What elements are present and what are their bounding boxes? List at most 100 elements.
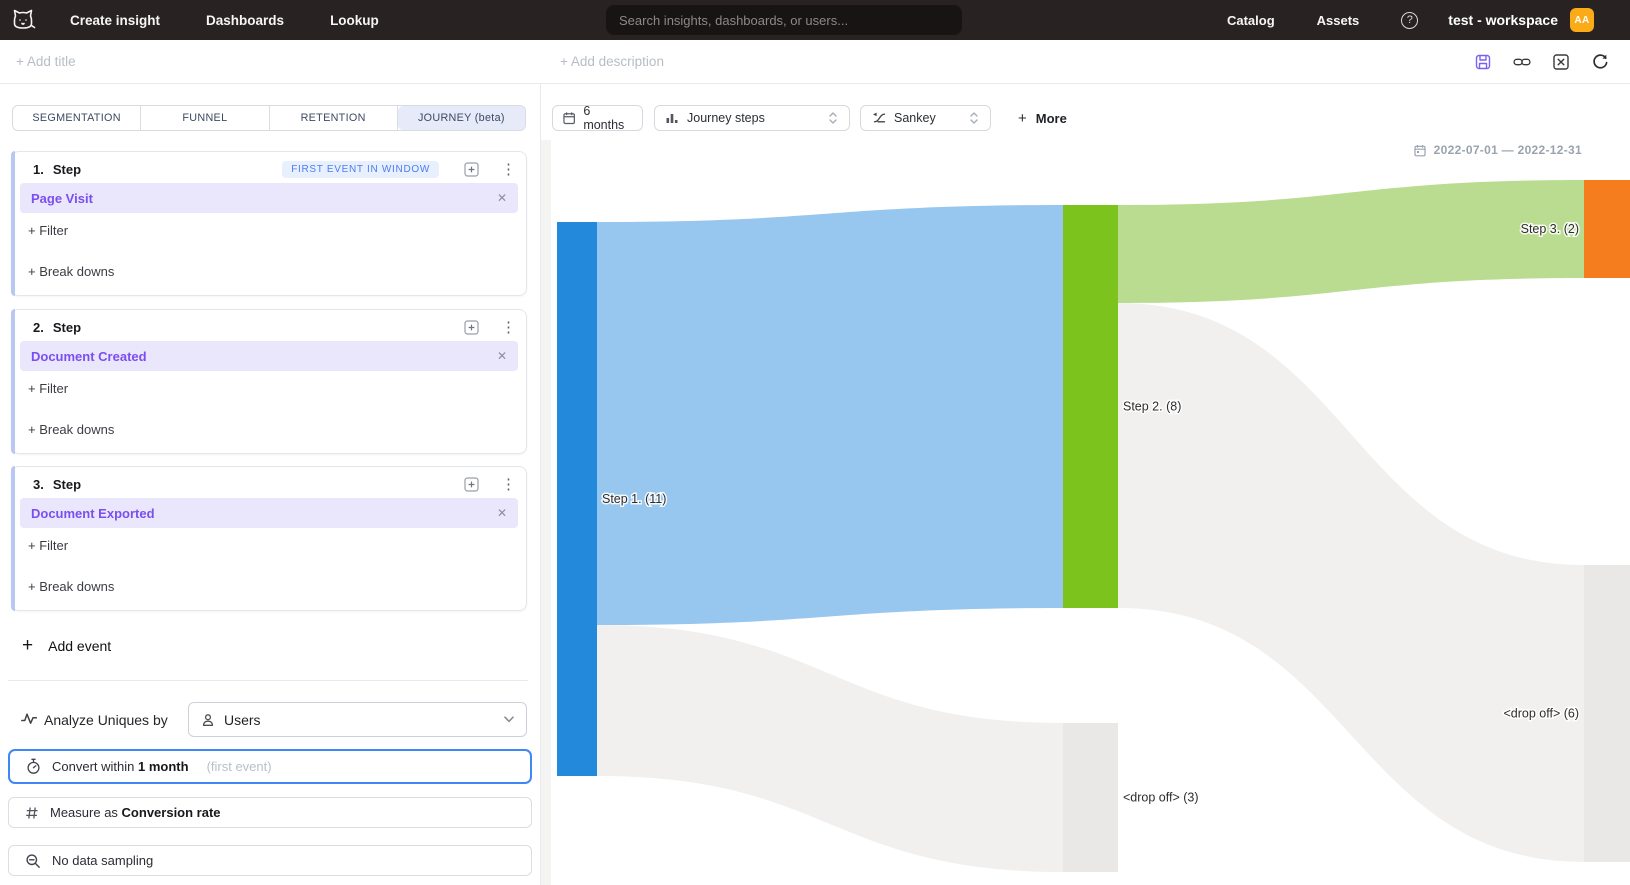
step-card-header: 1. Step FIRST EVENT IN WINDOW ⋮ [33, 159, 516, 179]
add-description-field[interactable]: + Add description [560, 54, 664, 69]
help-icon[interactable]: ? [1401, 12, 1418, 29]
convert-prefix: Convert within [52, 759, 134, 774]
data-sampling-row[interactable]: No data sampling [8, 845, 532, 876]
insight-type-tabs: SEGMENTATION FUNNEL RETENTION JOURNEY (b… [12, 105, 526, 131]
step-card-2: 2. Step ⋮ Document Created ✕ + Filter + … [11, 309, 527, 454]
app-window: Create insight Dashboards Lookup Search … [0, 0, 1630, 885]
step-title: Step [53, 477, 81, 492]
step-menu-icon[interactable]: ⋮ [501, 162, 516, 177]
sankey-node-dropoff_3[interactable] [1584, 565, 1630, 862]
step-menu-icon[interactable]: ⋮ [501, 320, 516, 335]
tab-retention[interactable]: RETENTION [270, 106, 398, 130]
sankey-node-step2[interactable] [1063, 205, 1118, 608]
sampling-value: No data sampling [52, 853, 153, 868]
add-event-button[interactable]: + Add event [22, 636, 111, 655]
remove-event-icon[interactable]: ✕ [497, 191, 507, 205]
top-navbar-right: Catalog Assets ? test - workspace AA [1227, 0, 1630, 40]
workspace-name[interactable]: test - workspace [1448, 12, 1558, 28]
event-name: Page Visit [31, 191, 93, 206]
sankey-node-label-step3: Step 3. (2) [1521, 222, 1579, 236]
search-placeholder: Search insights, dashboards, or users... [619, 13, 848, 28]
step-card-header: 3. Step ⋮ [33, 474, 516, 494]
panel-divider [8, 680, 528, 681]
step-number: 3. [33, 477, 44, 492]
analyze-label: Analyze Uniques by [44, 712, 168, 728]
menu-dashboards[interactable]: Dashboards [206, 13, 284, 28]
top-menu: Create insight Dashboards Lookup [70, 13, 379, 28]
sankey-diagram[interactable]: Step 1. (11) Step 2. (8) Step 3. (2) <drop … [541, 84, 1630, 885]
measure-value: Conversion rate [122, 805, 221, 820]
sankey-node-label-step1: Step 1. (11) [602, 492, 666, 506]
add-event-to-step-icon[interactable] [464, 477, 479, 492]
step-card-3: 3. Step ⋮ Document Exported ✕ + Filter +… [11, 466, 527, 611]
refresh-icon[interactable] [1591, 53, 1609, 71]
app-logo-cat-icon[interactable] [8, 6, 38, 34]
sankey-node-label-step2: Step 2. (8) [1123, 400, 1181, 414]
insight-config-panel: SEGMENTATION FUNNEL RETENTION JOURNEY (b… [0, 84, 541, 885]
sankey-node-label-dropoff_2: <drop off> (3) [1123, 791, 1199, 805]
top-navbar: Create insight Dashboards Lookup Search … [0, 0, 1630, 40]
sankey-link-step2-to-step3[interactable] [1118, 180, 1584, 303]
stopwatch-icon [26, 758, 41, 775]
add-breakdown-link[interactable]: + Break downs [28, 579, 114, 594]
event-name: Document Exported [31, 506, 155, 521]
sankey-link-step1-to-dropoff_2[interactable] [597, 625, 1063, 872]
tab-journey[interactable]: JOURNEY (beta) [398, 106, 525, 130]
analyze-row: Analyze Uniques by Users [0, 702, 540, 738]
event-pill[interactable]: Document Created ✕ [20, 341, 518, 371]
pulse-icon [21, 712, 37, 725]
save-icon[interactable] [1474, 53, 1492, 71]
hash-icon [25, 806, 39, 820]
remove-event-icon[interactable]: ✕ [497, 349, 507, 363]
menu-catalog[interactable]: Catalog [1227, 13, 1275, 28]
measure-prefix: Measure as [50, 805, 118, 820]
menu-lookup[interactable]: Lookup [330, 13, 379, 28]
menu-create-insight[interactable]: Create insight [70, 13, 160, 28]
sankey-node-dropoff_2[interactable] [1063, 723, 1118, 872]
measure-as-row[interactable]: Measure as Conversion rate [8, 797, 532, 828]
add-filter-link[interactable]: + Filter [28, 538, 68, 553]
remove-event-icon[interactable]: ✕ [497, 506, 507, 520]
add-filter-link[interactable]: + Filter [28, 381, 68, 396]
first-event-badge: FIRST EVENT IN WINDOW [282, 161, 439, 178]
convert-value: 1 month [138, 759, 189, 774]
menu-assets[interactable]: Assets [1317, 13, 1360, 28]
add-breakdown-link[interactable]: + Break downs [28, 422, 114, 437]
tab-funnel[interactable]: FUNNEL [141, 106, 269, 130]
insight-header: + Add title + Add description [0, 40, 1630, 84]
zoom-out-icon [25, 853, 41, 869]
insight-actions [1474, 53, 1609, 71]
global-search-input[interactable]: Search insights, dashboards, or users... [606, 5, 962, 35]
copy-link-icon[interactable] [1513, 53, 1531, 71]
event-pill[interactable]: Document Exported ✕ [20, 498, 518, 528]
card-accent-bar [11, 466, 15, 611]
chart-panel: 6 months Journey steps Sankey [541, 84, 1630, 885]
add-breakdown-link[interactable]: + Break downs [28, 264, 114, 279]
sankey-node-label-dropoff_3: <drop off> (6) [1503, 707, 1579, 721]
conversion-window-row[interactable]: Convert within 1 month (first event) [8, 749, 532, 784]
convert-hint: (first event) [207, 759, 272, 774]
analyze-by-select[interactable]: Users [188, 702, 527, 737]
sankey-node-step1[interactable] [557, 222, 597, 776]
tab-segmentation[interactable]: SEGMENTATION [13, 106, 141, 130]
card-accent-bar [11, 151, 15, 296]
step-card-header: 2. Step ⋮ [33, 317, 516, 337]
sankey-node-step3[interactable] [1584, 180, 1630, 278]
step-title: Step [53, 162, 81, 177]
add-filter-link[interactable]: + Filter [28, 223, 68, 238]
step-menu-icon[interactable]: ⋮ [501, 477, 516, 492]
plus-icon: + [22, 636, 33, 655]
user-avatar[interactable]: AA [1570, 8, 1594, 32]
add-event-to-step-icon[interactable] [464, 162, 479, 177]
add-title-field[interactable]: + Add title [16, 54, 76, 69]
add-event-to-step-icon[interactable] [464, 320, 479, 335]
sankey-link-step2-to-dropoff_3[interactable] [1118, 303, 1584, 862]
event-pill[interactable]: Page Visit ✕ [20, 183, 518, 213]
clear-insight-icon[interactable] [1552, 53, 1570, 71]
user-icon [201, 713, 215, 727]
analyze-by-value: Users [224, 712, 261, 728]
card-accent-bar [11, 309, 15, 454]
sankey-link-step1-to-step2[interactable] [597, 205, 1063, 625]
step-title: Step [53, 320, 81, 335]
step-number: 1. [33, 162, 44, 177]
